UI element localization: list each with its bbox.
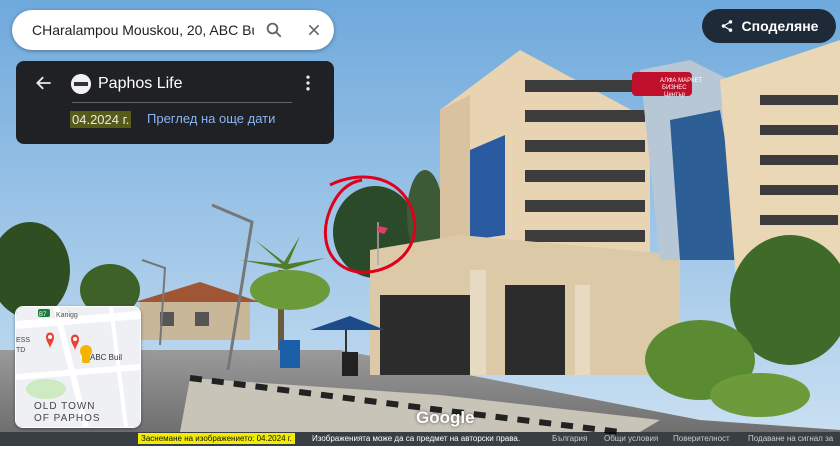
close-icon[interactable] (294, 10, 334, 50)
minimap-place-label: ABC Buil (90, 353, 122, 362)
footer-bar: Заснемане на изображението: 04.2024 г. И… (0, 432, 840, 446)
back-arrow-icon[interactable] (34, 73, 54, 93)
contributor-avatar (71, 74, 91, 94)
google-watermark: Google (416, 408, 475, 427)
search-box[interactable]: CHaralampou Mouskou, 20, ABC Bu (12, 10, 334, 50)
share-label: Споделяне (741, 18, 819, 34)
signboard (280, 340, 300, 368)
search-icon[interactable] (254, 10, 294, 50)
card-divider (72, 102, 292, 103)
minimap-district-line1: OLD TOWN (34, 401, 96, 412)
footer-country[interactable]: България (552, 434, 587, 443)
share-icon (721, 20, 732, 32)
more-vert-icon[interactable] (298, 73, 318, 93)
minimap[interactable]: B7 Kanigg ESS TD ABC Buil OLD TOWN OF PA… (15, 306, 141, 428)
share-button[interactable]: Споделяне (702, 9, 836, 43)
capture-date-footer: Заснемане на изображението: 04.2024 г. (138, 433, 295, 444)
minimap-street: Kanigg (56, 312, 78, 319)
minimap-edge-label-2: TD (16, 347, 25, 354)
building-sign-line3: Център (664, 92, 686, 98)
footer-privacy-link[interactable]: Поверителност (673, 434, 730, 443)
search-input[interactable]: CHaralampou Mouskou, 20, ABC Bu (12, 22, 254, 38)
minimap-edge-label-1: ESS (16, 337, 30, 344)
copyright-notice: Изображенията може да са предмет на авто… (312, 434, 521, 443)
footer-report-link[interactable]: Подаване на сигнал за (748, 434, 833, 443)
road-badge: B7 (39, 312, 47, 318)
footer-terms-link[interactable]: Общи условия (604, 434, 658, 443)
building-sign-line1: АЛФА МАРКЕТ (660, 78, 703, 84)
see-more-dates-link[interactable]: Преглед на още дати (147, 111, 275, 126)
capture-date: 04.2024 г. (70, 111, 132, 128)
minimap-district-line2: OF PAPHOS (34, 413, 101, 424)
capture-date-value: 04.2024 (72, 112, 119, 127)
bottom-strip (0, 446, 840, 462)
capture-date-suffix: г. (122, 112, 130, 127)
building-sign-line2: БИЗНЕС (662, 85, 687, 91)
contributor-title[interactable]: Paphos Life (98, 75, 183, 93)
imagery-info-card: Paphos Life 04.2024 г. Преглед на още да… (16, 61, 334, 144)
